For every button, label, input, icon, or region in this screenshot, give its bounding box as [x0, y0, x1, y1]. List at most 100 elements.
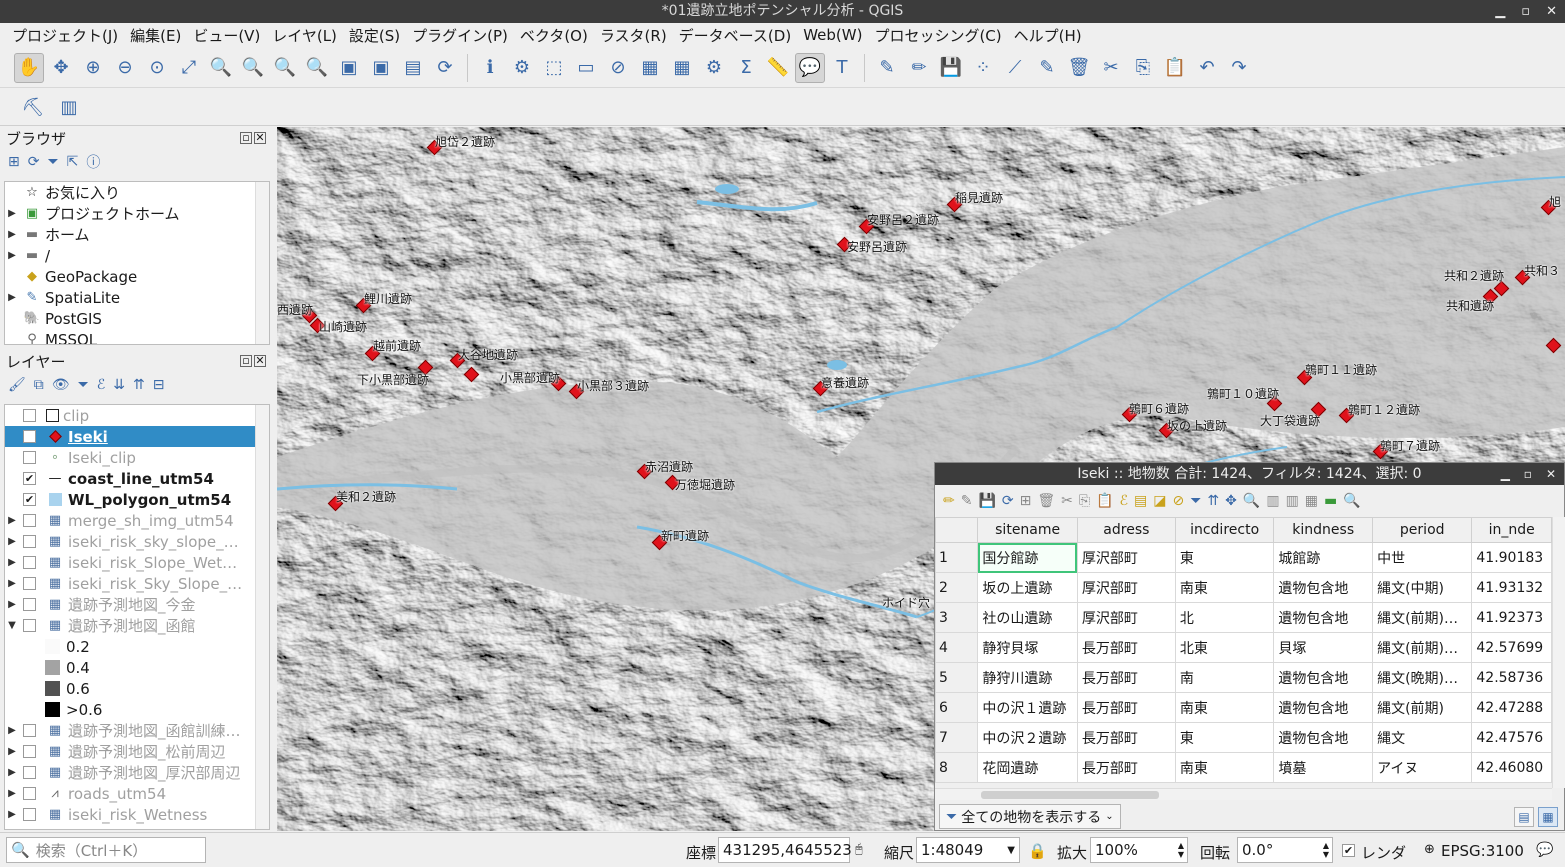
browser-item-geopackage[interactable]: ◆ GeoPackage — [5, 266, 269, 287]
zoom-native-icon[interactable]: ⊙ — [142, 53, 172, 83]
rotation-spinbox[interactable]: 0.0° ▲ ▼ — [1237, 837, 1333, 863]
add-selected-icon[interactable]: ⊞ — [8, 154, 20, 170]
pan-hand-icon[interactable]: ✋ — [14, 52, 44, 83]
delete-feature-icon[interactable]: 🗑 — [1037, 493, 1055, 509]
table-vertical-scrollbar[interactable] — [1552, 517, 1565, 788]
digitize-icon[interactable]: ⛏ — [18, 92, 48, 122]
menu-layer[interactable]: レイヤ(L) — [266, 25, 343, 46]
layer-checkbox[interactable]: ✔ — [23, 472, 36, 485]
attribute-table-icon[interactable]: ▦ — [635, 53, 665, 83]
processing-toolbox-icon[interactable]: ⚙ — [699, 53, 729, 83]
layer-item-clip[interactable]: clip — [5, 405, 269, 426]
remove-layer-icon[interactable]: ⊟ — [153, 377, 165, 393]
crs-button[interactable]: EPSG:3100 — [1441, 842, 1524, 860]
coordinate-field[interactable]: 431295,4645523 — [718, 837, 852, 863]
layer-checkbox[interactable] — [23, 577, 36, 590]
layers-scrollbar[interactable] — [255, 405, 269, 829]
maximize-icon[interactable]: ▫ — [1521, 0, 1530, 23]
table-row[interactable]: 7 中の沢２遺跡 長万部町東遺物包含地 縄文 42.47576 — [935, 722, 1552, 753]
delete-field-icon[interactable]: ▥ — [1286, 493, 1299, 509]
close-icon[interactable]: ✕ — [1546, 463, 1556, 485]
close-icon[interactable]: ✕ — [254, 132, 266, 144]
new-map-view-icon[interactable]: ▣ — [334, 53, 364, 83]
vertex-tool-icon[interactable]: ⟋ — [1000, 53, 1030, 83]
expand-all-icon[interactable]: ⇊ — [113, 377, 125, 393]
menu-edit[interactable]: 編集(E) — [124, 25, 187, 46]
menu-database[interactable]: データベース(D) — [673, 25, 798, 46]
column-header[interactable]: kindness — [1273, 517, 1374, 543]
layer-item-coast-line[interactable]: ✔ — coast_line_utm54 — [5, 468, 269, 489]
menu-vector[interactable]: ベクタ(O) — [514, 25, 594, 46]
layout-manager-icon[interactable]: ▥ — [54, 92, 84, 122]
menu-web[interactable]: Web(W) — [797, 26, 868, 44]
modify-attributes-icon[interactable]: ✎ — [1032, 53, 1062, 83]
menu-processing[interactable]: プロセッシング(C) — [868, 25, 1007, 46]
new-field-icon[interactable]: ▥ — [1266, 493, 1279, 509]
menu-settings[interactable]: 設定(S) — [343, 25, 406, 46]
browser-item-spatialite[interactable]: ▶ ✎ SpatiaLite — [5, 287, 269, 308]
menu-raster[interactable]: ラスタ(R) — [594, 25, 673, 46]
paste-icon[interactable]: 📋 — [1096, 493, 1113, 509]
undo-icon[interactable]: ↶ — [1192, 53, 1222, 83]
map-themes-icon[interactable]: 👁 — [52, 377, 70, 393]
browser-item-root[interactable]: ▶ ▬ / — [5, 245, 269, 266]
move-selection-top-icon[interactable]: ⇈ — [1207, 493, 1219, 509]
table-row[interactable]: 2 坂の上遺跡 厚沢部町 南東 遺物包含地 縄文(中期) 41.93132 — [935, 572, 1552, 603]
menu-view[interactable]: ビュー(V) — [187, 25, 266, 46]
filter-legend-icon[interactable]: ⏷ — [78, 377, 89, 393]
browser-scrollbar[interactable] — [255, 182, 269, 344]
layer-item-risk-slope-wet[interactable]: ▶ ▦ iseki_risk_Slope_Wet… — [5, 552, 269, 573]
copy-icon[interactable]: ⎘ — [1079, 493, 1090, 509]
multi-edit-icon[interactable]: ✎ — [961, 493, 973, 509]
text-annotation-icon[interactable]: T — [827, 53, 857, 83]
action-icon[interactable]: ⚙ — [507, 53, 537, 83]
layer-item-hakodate-kunren[interactable]: ▶ ▦ 遺跡予測地図_函館訓練… — [5, 720, 269, 741]
save-icon[interactable]: 💾 — [978, 493, 995, 509]
browser-item-mssql[interactable]: ⚲ MSSQL — [5, 329, 269, 345]
reload-icon[interactable]: ⟳ — [1002, 493, 1014, 509]
layer-item-iseki[interactable]: ✔ Iseki — [5, 426, 269, 447]
redo-icon[interactable]: ↷ — [1224, 53, 1254, 83]
zoom-selection-icon[interactable]: 🔍 — [1243, 493, 1260, 509]
zoom-next-icon[interactable]: 🔍 — [302, 53, 332, 83]
add-point-icon[interactable]: ⁘ — [968, 53, 998, 83]
table-row[interactable]: 6 中の沢１遺跡 長万部町 南東 遺物包含地 縄文(前期) 42.47288 — [935, 692, 1552, 723]
toggle-edit-icon[interactable]: ✏ — [943, 493, 955, 509]
table-horizontal-scrollbar[interactable] — [935, 788, 1552, 800]
statistics-icon[interactable]: Σ — [731, 53, 761, 83]
messages-icon[interactable]: 💬 — [1536, 842, 1553, 858]
layer-item-imakane[interactable]: ▶ ▦ 遺跡予測地図_今金 — [5, 594, 269, 615]
corner-header[interactable] — [935, 517, 979, 543]
paste-icon[interactable]: 📋 — [1160, 53, 1190, 83]
layer-item-iseki-clip[interactable]: ∘ Iseki_clip — [5, 447, 269, 468]
magnifier-spinbox[interactable]: 100% ▲ ▼ — [1090, 837, 1188, 863]
add-group-icon[interactable]: ⧉ — [34, 377, 44, 393]
layer-item-matsumae[interactable]: ▶ ▦ 遺跡予測地図_松前周辺 — [5, 741, 269, 762]
float-icon[interactable]: ▫ — [240, 355, 252, 367]
table-row[interactable]: 4 静狩貝塚 長万部町 北東 貝塚 縄文(前期)… 42.57699 — [935, 632, 1552, 663]
select-features-icon[interactable]: ⬚ — [539, 53, 569, 83]
field-calculator-icon[interactable]: ▦ — [667, 53, 697, 83]
deselect-icon[interactable]: ⊘ — [1172, 493, 1184, 509]
refresh-icon[interactable]: ⟳ — [28, 154, 40, 170]
table-view-icon[interactable]: ▦ — [1538, 807, 1558, 827]
edits-icon[interactable]: ✎ — [872, 53, 902, 83]
close-icon[interactable]: ✕ — [254, 355, 266, 367]
layer-checkbox[interactable]: ✔ — [23, 430, 36, 443]
measure-icon[interactable]: 📏 — [763, 53, 793, 83]
bookmark-icon[interactable]: ▤ — [398, 53, 428, 83]
pan-selection-icon[interactable]: ✥ — [1225, 493, 1237, 509]
layer-checkbox[interactable] — [23, 598, 36, 611]
new-3d-view-icon[interactable]: ▣ — [366, 53, 396, 83]
menu-help[interactable]: ヘルプ(H) — [1008, 25, 1088, 46]
add-feature-icon[interactable]: ⊞ — [1020, 493, 1032, 509]
column-header[interactable]: sitename — [977, 517, 1078, 543]
deselect-icon[interactable]: ⊘ — [603, 53, 633, 83]
layer-checkbox[interactable] — [23, 766, 36, 779]
layer-checkbox[interactable] — [23, 451, 36, 464]
filter-icon[interactable]: ⏷ — [47, 154, 58, 170]
layer-checkbox[interactable] — [23, 514, 36, 527]
minimize-icon[interactable]: ▁ — [1495, 0, 1505, 23]
browser-item-postgis[interactable]: 🐘 PostGIS — [5, 308, 269, 329]
show-all-features-button[interactable]: ⏷ 全ての地物を表示する ⌄ — [939, 804, 1121, 829]
